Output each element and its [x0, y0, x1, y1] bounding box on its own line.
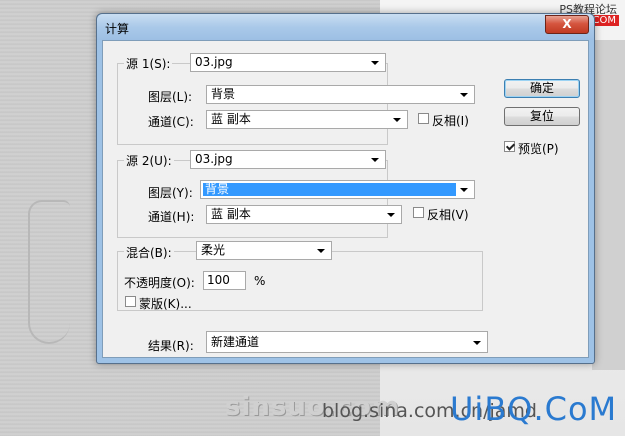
chevron-down-icon: [393, 118, 401, 122]
mask-label: 蒙版(K)...: [139, 297, 192, 311]
opacity-label: 不透明度(O):: [124, 276, 195, 290]
close-button[interactable]: X: [545, 15, 589, 34]
reset-button[interactable]: 复位: [504, 107, 580, 126]
background-strip: [592, 40, 625, 370]
chevron-down-icon: [317, 249, 325, 253]
source2-select[interactable]: 03.jpg: [190, 150, 386, 169]
source2-invert-checkbox[interactable]: [413, 207, 424, 218]
chevron-down-icon: [460, 188, 468, 192]
chevron-down-icon: [387, 213, 395, 217]
dialog-body: 源 1(S): 03.jpg 图层(L): 背景 通道(C): 蓝 副本 反相(…: [102, 40, 589, 358]
source1-invert-checkbox[interactable]: [418, 113, 429, 124]
chevron-down-icon: [473, 341, 481, 345]
close-icon: X: [562, 17, 572, 31]
preview-checkbox[interactable]: [504, 141, 515, 152]
source1-label: 源 1(S):: [124, 55, 173, 72]
source1-layer-select[interactable]: 背景: [206, 85, 475, 104]
chevron-down-icon: [371, 158, 379, 162]
source1-channel-select[interactable]: 蓝 副本: [206, 110, 408, 129]
source2-channel-label: 通道(H):: [148, 210, 195, 224]
ok-button[interactable]: 确定: [504, 79, 580, 98]
blend-mode-select[interactable]: 柔光: [196, 241, 332, 260]
source2-layer-select[interactable]: 背景: [200, 180, 475, 199]
preview-label: 预览(P): [518, 142, 559, 156]
source1-invert-label: 反相(I): [432, 114, 469, 128]
dialog-title: 计算: [105, 22, 130, 36]
calculations-dialog: 计算 X 源 1(S): 03.jpg 图层(L): 背景 通道(C): 蓝 副…: [96, 13, 595, 364]
photo-ear-outline: [28, 200, 70, 344]
source2-label: 源 2(U):: [124, 152, 174, 169]
result-select[interactable]: 新建通道: [206, 331, 488, 353]
source1-channel-label: 通道(C):: [148, 115, 194, 129]
chevron-down-icon: [371, 61, 379, 65]
source1-select[interactable]: 03.jpg: [190, 53, 386, 72]
result-label: 结果(R):: [148, 339, 194, 353]
source2-layer-label: 图层(Y):: [148, 186, 193, 200]
source1-layer-label: 图层(L):: [148, 90, 193, 104]
dialog-titlebar[interactable]: 计算 X: [97, 14, 594, 40]
chevron-down-icon: [460, 93, 468, 97]
mask-checkbox[interactable]: [125, 296, 136, 307]
opacity-input[interactable]: 100: [203, 271, 246, 290]
source2-invert-label: 反相(V): [427, 208, 469, 222]
watermark-uibq: UiBQ.CoM: [450, 390, 618, 428]
source2-channel-select[interactable]: 蓝 副本: [206, 205, 402, 224]
opacity-unit: %: [254, 274, 266, 288]
blend-label: 混合(B):: [124, 244, 174, 261]
